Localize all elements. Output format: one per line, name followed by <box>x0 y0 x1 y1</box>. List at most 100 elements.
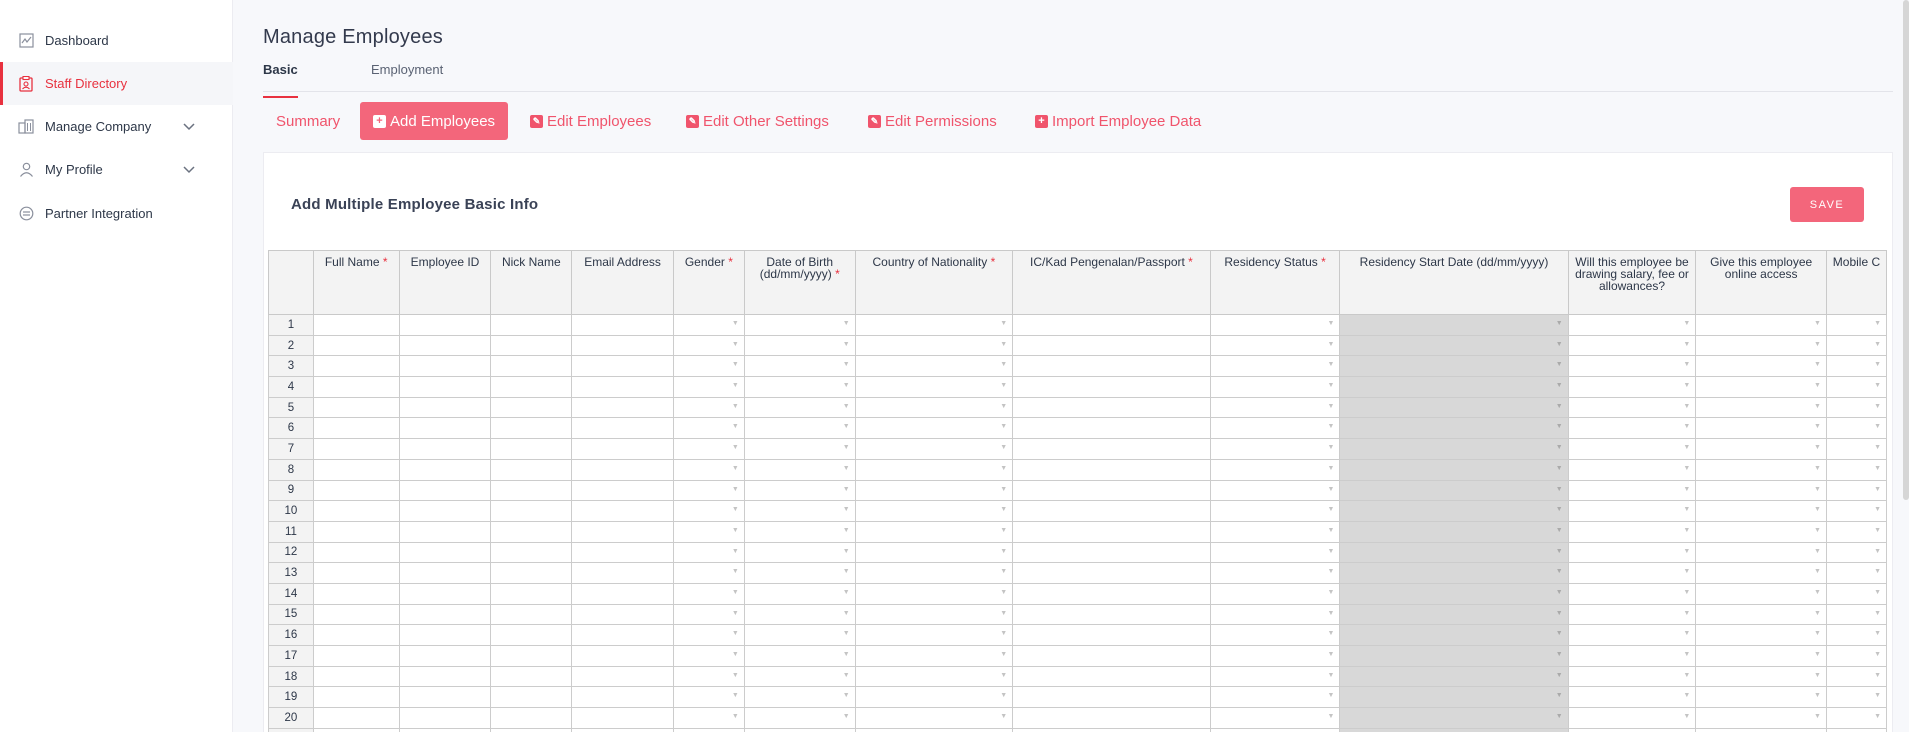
input-cell[interactable] <box>571 500 674 522</box>
input-cell[interactable] <box>1012 417 1211 440</box>
input-cell[interactable] <box>490 479 573 502</box>
dropdown-cell[interactable] <box>1825 707 1887 729</box>
dropdown-cell[interactable] <box>1209 541 1341 564</box>
input-cell[interactable] <box>312 458 400 481</box>
dropdown-cell[interactable] <box>1209 624 1341 646</box>
dropdown-cell[interactable] <box>1825 541 1887 564</box>
dropdown-cell[interactable] <box>672 376 745 398</box>
dropdown-cell[interactable] <box>672 707 745 729</box>
dropdown-cell[interactable] <box>1209 458 1341 481</box>
dropdown-cell[interactable] <box>1209 582 1341 605</box>
input-cell[interactable] <box>571 665 674 688</box>
input-cell[interactable] <box>571 645 674 667</box>
dropdown-cell[interactable] <box>1567 396 1697 419</box>
dropdown-cell[interactable] <box>1567 376 1697 398</box>
input-cell[interactable] <box>398 334 492 357</box>
dropdown-cell[interactable] <box>743 562 856 584</box>
dropdown-cell[interactable] <box>743 520 856 543</box>
dropdown-cell[interactable] <box>1825 624 1887 646</box>
input-cell[interactable] <box>490 376 573 398</box>
dropdown-cell[interactable] <box>672 645 745 667</box>
dropdown-cell[interactable] <box>672 603 745 626</box>
dropdown-cell[interactable] <box>743 355 856 378</box>
dropdown-cell[interactable] <box>1567 707 1697 729</box>
dropdown-cell[interactable] <box>1209 438 1341 460</box>
dropdown-cell[interactable] <box>743 396 856 419</box>
input-cell[interactable] <box>312 334 400 357</box>
dropdown-cell[interactable] <box>1825 479 1887 502</box>
dropdown-cell[interactable] <box>672 624 745 646</box>
input-cell[interactable] <box>490 686 573 709</box>
input-cell[interactable] <box>490 603 573 626</box>
dropdown-cell[interactable] <box>1695 458 1827 481</box>
input-cell[interactable] <box>1012 562 1211 584</box>
input-cell[interactable] <box>1012 500 1211 522</box>
input-cell[interactable] <box>1012 334 1211 357</box>
dropdown-cell[interactable] <box>1695 355 1827 378</box>
dropdown-cell[interactable] <box>1567 645 1697 667</box>
dropdown-cell[interactable] <box>1695 314 1827 336</box>
dropdown-cell[interactable] <box>743 314 856 336</box>
dropdown-cell[interactable] <box>672 665 745 688</box>
dropdown-cell[interactable] <box>1567 479 1697 502</box>
input-cell[interactable] <box>1012 314 1211 336</box>
input-cell[interactable] <box>490 582 573 605</box>
dropdown-cell[interactable] <box>1209 665 1341 688</box>
input-cell[interactable] <box>490 438 573 460</box>
input-cell[interactable] <box>571 355 674 378</box>
dropdown-cell[interactable] <box>743 458 856 481</box>
dropdown-cell[interactable] <box>1209 334 1341 357</box>
dropdown-cell[interactable] <box>672 582 745 605</box>
dropdown-cell[interactable] <box>1695 541 1827 564</box>
input-cell[interactable] <box>312 582 400 605</box>
input-cell[interactable] <box>1012 541 1211 564</box>
dropdown-cell[interactable] <box>854 624 1014 646</box>
input-cell[interactable] <box>398 417 492 440</box>
input-cell[interactable] <box>312 562 400 584</box>
dropdown-cell[interactable] <box>743 645 856 667</box>
input-cell[interactable] <box>1012 707 1211 729</box>
dropdown-cell[interactable] <box>1209 500 1341 522</box>
input-cell[interactable] <box>571 727 674 732</box>
dropdown-cell[interactable] <box>1695 334 1827 357</box>
dropdown-cell[interactable] <box>743 500 856 522</box>
sidebar-item-manage-company[interactable]: Manage Company <box>0 105 233 148</box>
input-cell[interactable] <box>398 727 492 732</box>
dropdown-cell[interactable] <box>854 603 1014 626</box>
dropdown-cell[interactable] <box>1825 686 1887 709</box>
input-cell[interactable] <box>1012 438 1211 460</box>
dropdown-cell[interactable] <box>1209 417 1341 440</box>
dropdown-cell[interactable] <box>672 396 745 419</box>
dropdown-cell[interactable] <box>854 582 1014 605</box>
input-cell[interactable] <box>1012 520 1211 543</box>
edit-other-settings-button[interactable]: ✎ Edit Other Settings <box>673 102 842 140</box>
input-cell[interactable] <box>571 479 674 502</box>
input-cell[interactable] <box>490 665 573 688</box>
dropdown-cell[interactable] <box>672 458 745 481</box>
input-cell[interactable] <box>312 686 400 709</box>
edit-permissions-button[interactable]: ✎ Edit Permissions <box>855 102 1010 140</box>
dropdown-cell[interactable] <box>1567 562 1697 584</box>
dropdown-cell[interactable] <box>1567 624 1697 646</box>
dropdown-cell[interactable] <box>672 438 745 460</box>
dropdown-cell[interactable] <box>1567 334 1697 357</box>
dropdown-cell[interactable] <box>854 645 1014 667</box>
tab-employment[interactable]: Employment <box>371 62 443 85</box>
dropdown-cell[interactable] <box>1695 417 1827 440</box>
input-cell[interactable] <box>571 417 674 440</box>
input-cell[interactable] <box>1012 479 1211 502</box>
sidebar-item-dashboard[interactable]: Dashboard <box>0 19 233 62</box>
dropdown-cell[interactable] <box>1567 665 1697 688</box>
input-cell[interactable] <box>312 396 400 419</box>
dropdown-cell[interactable] <box>854 438 1014 460</box>
dropdown-cell[interactable] <box>1567 500 1697 522</box>
dropdown-cell[interactable] <box>1825 520 1887 543</box>
dropdown-cell[interactable] <box>1567 541 1697 564</box>
dropdown-cell[interactable] <box>1567 582 1697 605</box>
dropdown-cell[interactable] <box>1695 624 1827 646</box>
dropdown-cell[interactable] <box>1695 603 1827 626</box>
input-cell[interactable] <box>398 396 492 419</box>
input-cell[interactable] <box>490 314 573 336</box>
dropdown-cell[interactable] <box>854 727 1014 732</box>
input-cell[interactable] <box>1012 376 1211 398</box>
